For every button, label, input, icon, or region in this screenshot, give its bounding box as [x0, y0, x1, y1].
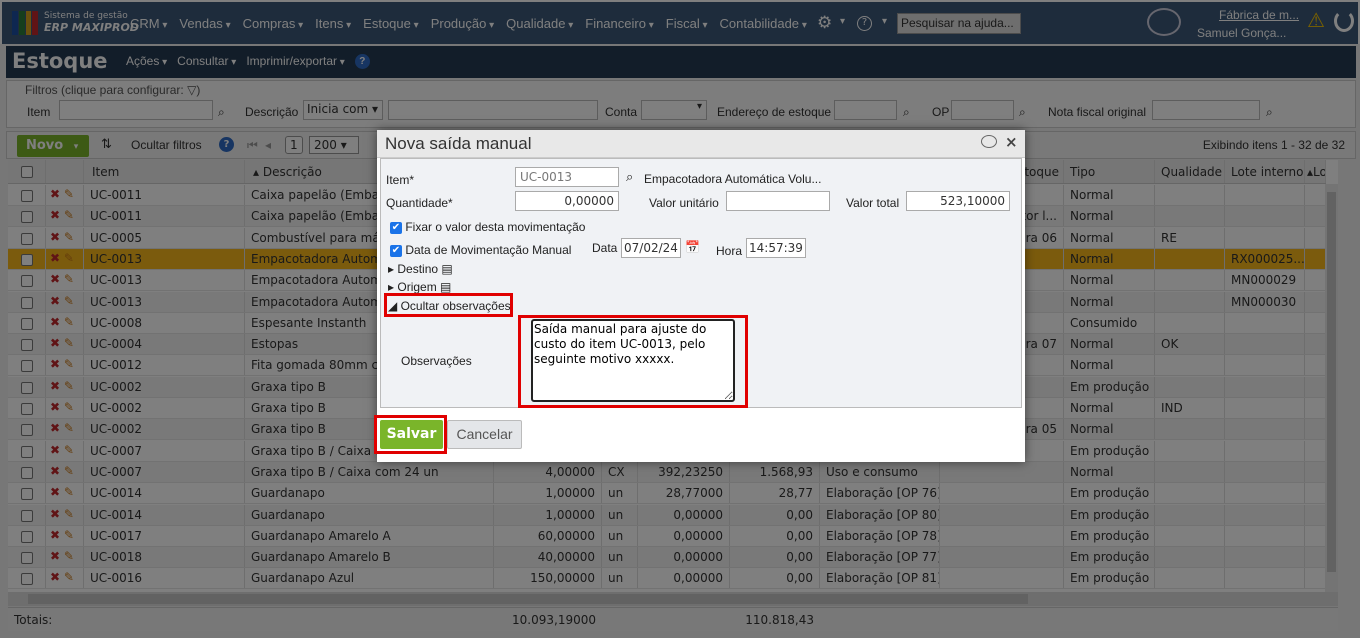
item-label: Item* — [386, 173, 415, 187]
observacoes-textarea[interactable]: Saída manual para ajuste do custo do ite… — [531, 319, 735, 402]
valor-total-input[interactable]: 523,10000 — [906, 191, 1010, 211]
item-description: Empacotadora Automática Volu... — [644, 172, 822, 186]
data-manual-checkbox[interactable]: ✔ Data de Movimentação Manual — [390, 243, 571, 257]
item-input[interactable]: UC-0013 — [515, 167, 619, 187]
valor-total-label: Valor total — [846, 196, 900, 210]
calendar-icon[interactable]: 📅 — [685, 240, 700, 254]
highlight-box — [384, 293, 513, 317]
origem-toggle[interactable]: ▸ Origem ▤ — [388, 280, 451, 294]
dialog-form: Item* UC-0013 ⌕ Empacotadora Automática … — [380, 158, 1022, 408]
data-input[interactable]: 07/02/24 — [621, 238, 681, 258]
destino-toggle[interactable]: ▸ Destino ▤ — [388, 262, 453, 276]
fixar-valor-checkbox[interactable]: ✔ Fixar o valor desta movimentação — [390, 220, 585, 234]
hora-input[interactable]: 14:57:39 — [746, 238, 806, 258]
nova-saida-manual-dialog: Nova saída manual × Item* UC-0013 ⌕ Empa… — [374, 130, 1025, 462]
dialog-title: Nova saída manual — [377, 130, 1025, 158]
observacoes-label: Observações — [401, 354, 472, 368]
quantidade-label: Quantidade* — [386, 196, 453, 210]
cancelar-button[interactable]: Cancelar — [447, 420, 522, 449]
salvar-button[interactable]: Salvar — [380, 420, 443, 449]
valor-unitario-label: Valor unitário — [649, 196, 719, 210]
hora-label: Hora — [716, 244, 743, 258]
search-icon[interactable]: ⌕ — [626, 169, 633, 185]
valor-unitario-input[interactable] — [726, 191, 830, 211]
notes-icon: ▤ — [441, 262, 453, 276]
close-icon[interactable]: × — [1005, 133, 1018, 151]
chat-icon[interactable] — [981, 135, 997, 148]
data-label: Data — [592, 241, 618, 255]
quantidade-input[interactable]: 0,00000 — [515, 191, 619, 211]
notes-icon: ▤ — [440, 280, 452, 294]
